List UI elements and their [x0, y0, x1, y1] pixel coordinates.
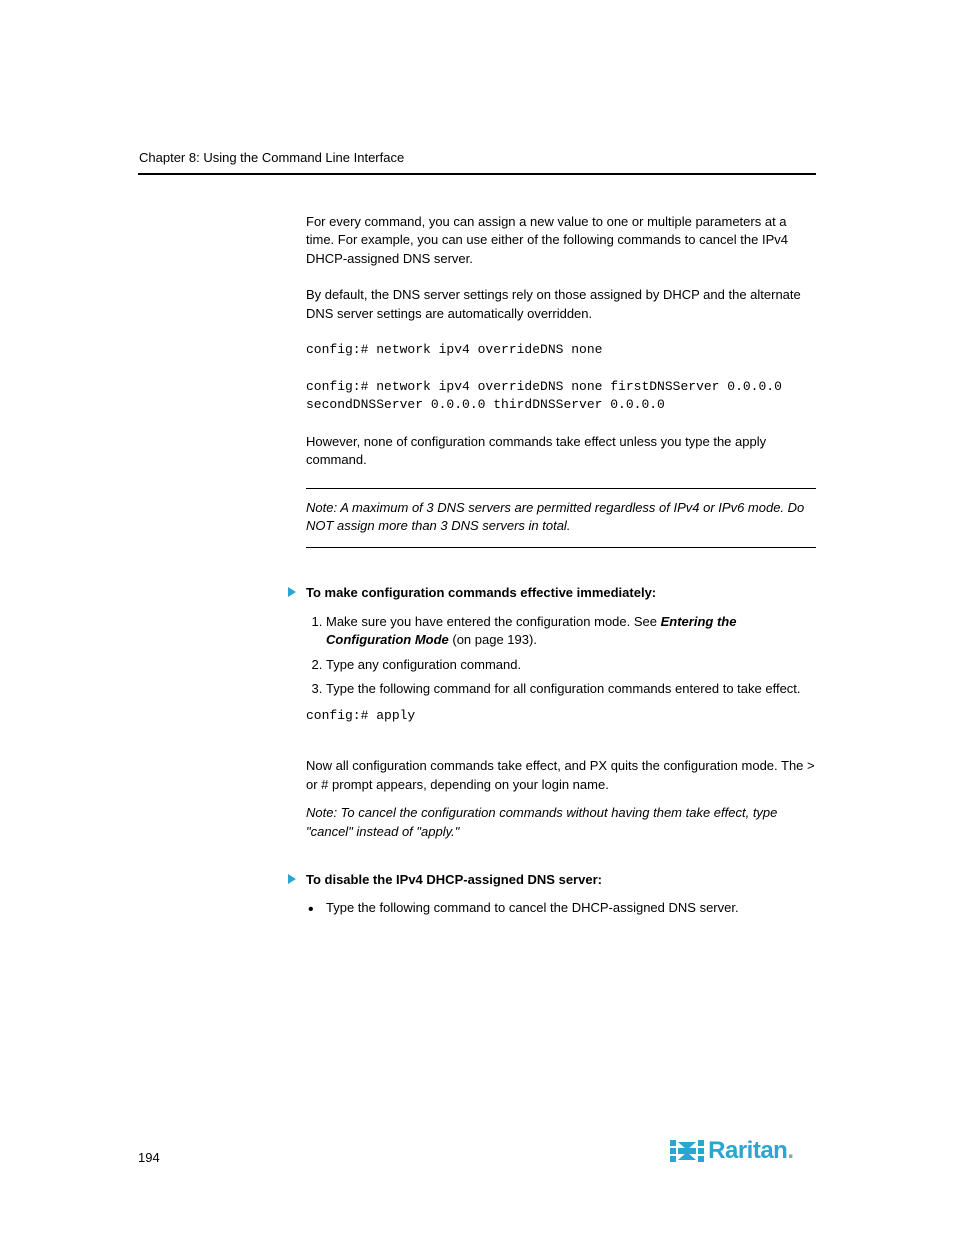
note-rule-top	[306, 488, 816, 489]
closing-paragraph: Now all configuration commands take effe…	[306, 757, 816, 794]
body-column: For every command, you can assign a new …	[306, 213, 816, 918]
command-example-2: config:# network ipv4 overrideDNS none f…	[306, 378, 816, 415]
note-rule-bottom	[306, 547, 816, 548]
procedure-b-list: Type the following command to cancel the…	[306, 899, 816, 917]
command-example-1: config:# network ipv4 overrideDNS none	[306, 341, 816, 359]
paragraph: For every command, you can assign a new …	[306, 213, 816, 268]
paragraph: By default, the DNS server settings rely…	[306, 286, 816, 323]
triangle-right-icon	[288, 874, 296, 884]
paragraph: However, none of configuration commands …	[306, 433, 816, 470]
header-rule	[138, 173, 816, 175]
brand-dot: .	[787, 1137, 794, 1165]
step-1-post: (on page 193).	[449, 632, 537, 647]
inline-note: Note: To cancel the configuration comman…	[306, 804, 816, 841]
step-1-pre: Make sure you have entered the configura…	[326, 614, 661, 629]
note-text: Note: A maximum of 3 DNS servers are per…	[306, 495, 816, 542]
procedure-a-steps: Make sure you have entered the configura…	[306, 613, 816, 699]
chapter-header: Chapter 8: Using the Command Line Interf…	[138, 150, 816, 165]
step-2: Type any configuration command.	[326, 656, 816, 674]
procedure-a-title-text: To make configuration commands effective…	[306, 585, 656, 600]
raritan-logo-icon	[670, 1138, 704, 1164]
procedure-a-title: To make configuration commands effective…	[306, 584, 816, 602]
page-number: 194	[138, 1150, 160, 1165]
procedure-b-bullet: Type the following command to cancel the…	[306, 899, 816, 917]
step-3: Type the following command for all confi…	[326, 680, 816, 698]
step-1: Make sure you have entered the configura…	[326, 613, 816, 650]
apply-command: config:# apply	[306, 707, 816, 725]
note-block: Note: A maximum of 3 DNS servers are per…	[306, 488, 816, 549]
procedure-a: To make configuration commands effective…	[306, 584, 816, 725]
procedure-b: To disable the IPv4 DHCP-assigned DNS se…	[306, 871, 816, 918]
triangle-right-icon	[288, 587, 296, 597]
brand-logo: Raritan.	[670, 1137, 794, 1165]
procedure-b-title: To disable the IPv4 DHCP-assigned DNS se…	[306, 871, 816, 889]
procedure-b-title-text: To disable the IPv4 DHCP-assigned DNS se…	[306, 872, 602, 887]
brand-name: Raritan	[708, 1137, 787, 1165]
